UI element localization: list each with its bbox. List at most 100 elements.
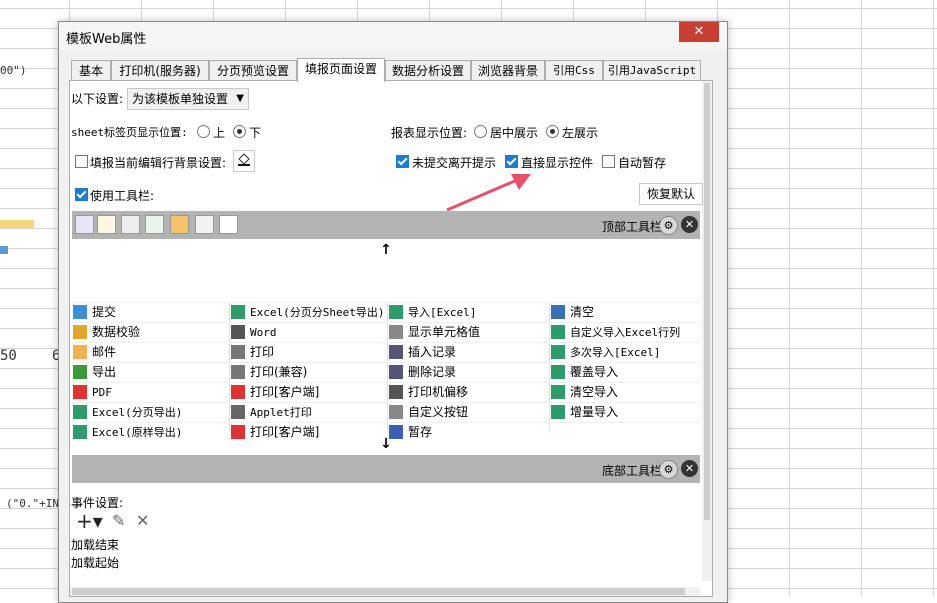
tab-javascript[interactable]: 引用JavaScript [603, 60, 701, 81]
restore-default-button[interactable]: 恢复默认 [639, 183, 703, 205]
tab-printer[interactable]: 打印机(服务器) [111, 60, 209, 81]
toolbar-item[interactable]: 自定义按钮 [388, 402, 548, 422]
toolbar-item-label: Excel(分页分Sheet导出) [250, 306, 385, 319]
export-icon[interactable] [145, 215, 164, 234]
export-icon [73, 365, 87, 379]
toolbar-item[interactable]: 增量导入 [550, 402, 700, 422]
tab-css[interactable]: 引用Css [545, 60, 603, 81]
toolbar-item[interactable]: 覆盖导入 [550, 362, 700, 382]
use-toolbar-checkbox[interactable] [75, 188, 88, 201]
tab-browser-bg[interactable]: 浏览器背景 [471, 60, 545, 81]
toolbar-item-label: 打印机偏移 [408, 385, 469, 399]
vertical-scrollbar[interactable] [702, 81, 712, 581]
save-icon[interactable] [75, 215, 94, 234]
gear-icon[interactable]: ⚙ [659, 460, 678, 479]
toolbar-item[interactable]: 清空导入 [550, 382, 700, 402]
toolbar-item[interactable]: 插入记录 [388, 342, 548, 362]
toolbar-item-label: 自定义按钮 [408, 405, 469, 419]
tab-data-analysis[interactable]: 数据分析设置 [385, 60, 471, 81]
toolbar-item[interactable]: Excel(分页导出) [72, 402, 228, 422]
excel-icon [73, 405, 87, 419]
excel-icon [551, 385, 565, 399]
toolbar-item[interactable]: 打印(兼容) [230, 362, 386, 382]
window-title: 模板Web属性 [66, 32, 147, 47]
report-pos-center-radio[interactable] [474, 125, 487, 138]
bg-axis-text: 50 [0, 348, 17, 364]
toolbar-item[interactable]: 显示单元格值 [388, 322, 548, 342]
unsubmitted-checkbox[interactable] [396, 155, 409, 168]
toolbar-item[interactable]: 打印[客户端] [230, 382, 386, 402]
direct-show-checkbox[interactable] [505, 155, 518, 168]
event-item[interactable]: 加载起始 [71, 554, 119, 571]
toolbar-item-label: 多次导入[Excel] [570, 346, 661, 359]
bg-cell-text: ("0."+IND [6, 497, 66, 510]
report-pos-center-label: 居中展示 [490, 126, 539, 140]
close-icon[interactable]: ✕ [681, 216, 698, 233]
toolbar-item[interactable]: 清空 [550, 302, 700, 322]
toolbar-item[interactable]: 打印机偏移 [388, 382, 548, 402]
eraser-icon [551, 305, 565, 319]
pdf-print-icon [231, 385, 245, 399]
toolbar-item-label: 打印 [250, 345, 275, 359]
sheet-pos-top-radio[interactable] [197, 125, 210, 138]
top-toolbar-label: 顶部工具栏 [601, 220, 662, 234]
toolbar-item[interactable]: Excel(分页分Sheet导出) [230, 302, 386, 322]
scroll-thumb[interactable] [72, 588, 685, 595]
tab-content: 以下设置: 为该模板单独设置 ▼ sheet标签页显示位置: 上 下 报表显示位… [69, 80, 713, 597]
scroll-thumb[interactable] [704, 83, 710, 520]
unsubmitted-label: 未提交离开提示 [412, 156, 497, 170]
applet-icon [231, 405, 245, 419]
excel-icon [551, 345, 565, 359]
excel-import-icon [389, 305, 403, 319]
autosave-checkbox[interactable] [602, 155, 615, 168]
dialog-window: 模板Web属性 ✕ 基本 打印机(服务器) 分页预览设置 填报页面设置 数据分析… [58, 21, 728, 603]
toolbar-item[interactable]: 导出 [72, 362, 228, 382]
tab-page-preview[interactable]: 分页预览设置 [209, 60, 297, 81]
toolbar-item[interactable]: 多次导入[Excel] [550, 342, 700, 362]
toolbar-item-label: 插入记录 [408, 345, 457, 359]
move-down-arrow[interactable]: ↓ [72, 434, 700, 454]
toolbar-item[interactable]: 数据校验 [72, 322, 228, 342]
toolbar-item-label: 显示单元格值 [408, 325, 481, 339]
horizontal-scrollbar[interactable] [70, 587, 700, 596]
gear-icon [389, 405, 403, 419]
toolbar-item[interactable]: 删除记录 [388, 362, 548, 382]
toolbar-item[interactable]: Word [230, 322, 386, 342]
toolbar-item-label: 清空 [570, 305, 595, 319]
title-bar[interactable]: 模板Web属性 ✕ [59, 22, 727, 50]
toolbar-item-label: 邮件 [92, 345, 117, 359]
print-icon[interactable] [121, 215, 140, 234]
verify-icon[interactable] [97, 215, 116, 234]
sheet-pos-bottom-radio[interactable] [233, 125, 246, 138]
close-button[interactable]: ✕ [679, 22, 719, 42]
toolbar-item[interactable]: Applet打印 [230, 402, 386, 422]
blank-icon[interactable] [219, 215, 238, 234]
fill-bg-checkbox[interactable] [75, 155, 88, 168]
toolbar-item-label: Excel(分页导出) [92, 406, 183, 419]
paint-bucket-button[interactable] [233, 150, 255, 172]
toolbar-item[interactable]: 打印 [230, 342, 386, 362]
toolbar-item[interactable]: 导入[Excel] [388, 302, 548, 322]
gear-icon[interactable]: ⚙ [659, 216, 678, 235]
tab-basic[interactable]: 基本 [71, 60, 111, 81]
toolbar-item[interactable]: 提交 [72, 302, 228, 322]
mail-icon[interactable] [170, 215, 189, 234]
toolbar-item-label: Word [250, 326, 277, 339]
delete-icon[interactable]: ✕ [136, 511, 149, 530]
toolbar-item-label: 数据校验 [92, 325, 141, 339]
edit-icon[interactable]: ✎ [112, 511, 125, 530]
add-event-button[interactable]: +▾ [76, 509, 103, 533]
tab-fill-page[interactable]: 填报页面设置 [297, 58, 385, 82]
print-icon [231, 345, 245, 359]
toolbar-item[interactable]: 邮件 [72, 342, 228, 362]
toolbar-item[interactable]: 自定义导入Excel行列 [550, 322, 700, 342]
sheet-pos-label: sheet标签页显示位置: [71, 126, 188, 139]
close-icon[interactable]: ✕ [681, 460, 698, 477]
event-item[interactable]: 加载结束 [71, 536, 119, 553]
excel-icon [231, 305, 245, 319]
report-pos-left-radio[interactable] [546, 125, 559, 138]
cell-icon[interactable] [195, 215, 214, 234]
toolbar-item[interactable]: PDF [72, 382, 228, 402]
scope-select[interactable]: 为该模板单独设置 ▼ [127, 88, 249, 110]
move-up-arrow[interactable]: ↑ [72, 240, 700, 260]
